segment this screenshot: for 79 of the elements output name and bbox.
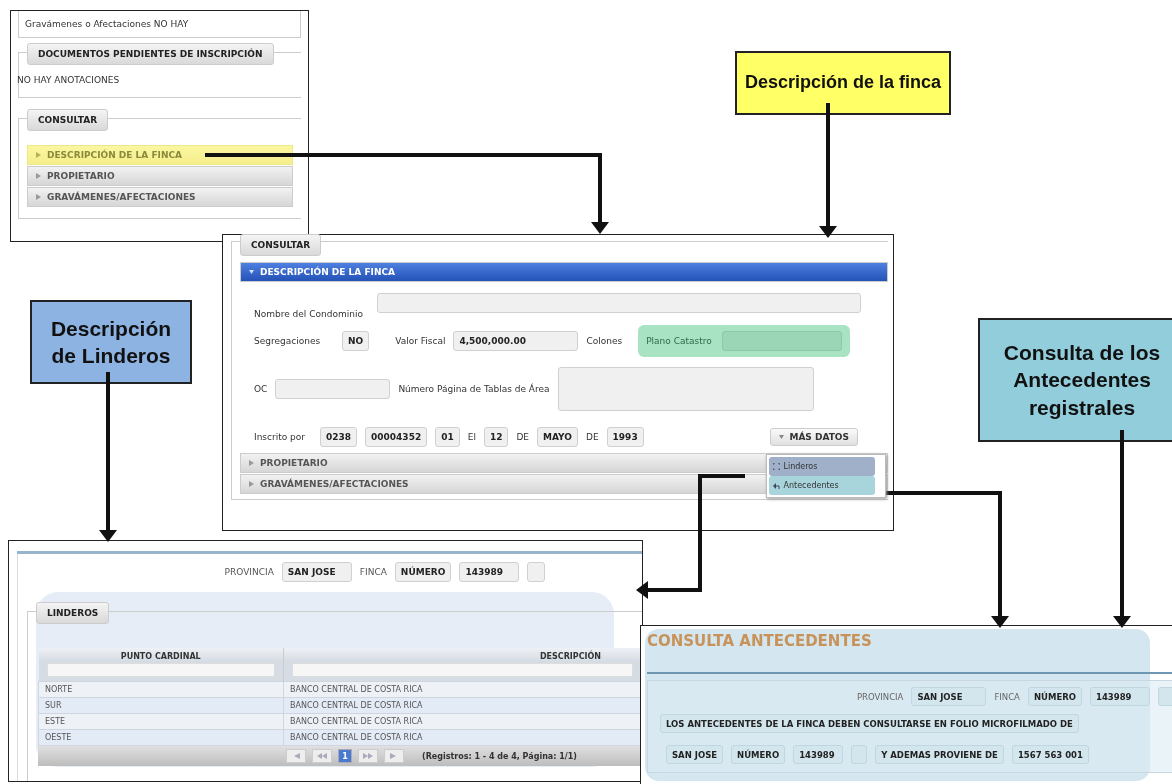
text-field[interactable]: SAN JOSE	[911, 687, 987, 706]
caret-icon	[249, 269, 254, 275]
caret-icon	[249, 481, 254, 487]
field-label: Nombre del Condominio	[254, 309, 363, 319]
section-legend: CONSULTAR	[27, 109, 109, 131]
text-field[interactable]: NÚMERO	[394, 562, 452, 582]
menu-item[interactable]: Linderos	[769, 457, 876, 476]
field-label: Segregaciones	[254, 336, 322, 346]
caret-icon	[36, 173, 41, 179]
field-label: DE	[585, 432, 599, 442]
empty-field[interactable]	[851, 745, 868, 764]
callout-label: Descripción de Linderos	[30, 300, 192, 384]
text-field[interactable]: 143989	[793, 745, 844, 764]
column-header: PUNTO CARDINAL	[38, 648, 284, 661]
text-field[interactable]: MAYO	[537, 427, 578, 447]
empty-field[interactable]	[1158, 687, 1172, 706]
area-field[interactable]	[557, 367, 814, 411]
caret-icon	[779, 434, 785, 440]
section-legend: DOCUMENTOS PENDIENTES DE INSCRIPCIÓN	[27, 43, 274, 65]
text-field[interactable]: NO	[342, 331, 370, 351]
table-cell: BANCO CENTRAL DE COSTA RICA	[283, 681, 642, 698]
caret-icon	[36, 152, 41, 158]
text-field[interactable]: NÚMERO	[1027, 687, 1082, 706]
plano-field[interactable]	[721, 331, 842, 351]
text-field[interactable]: 00004352	[365, 427, 428, 447]
status-text: NO HAY ANOTACIONES	[17, 75, 120, 85]
status-text: Gravámenes o Afectaciones NO HAY	[25, 19, 189, 29]
expand-icon	[773, 463, 781, 470]
text-field[interactable]: 143989	[459, 562, 520, 582]
field-label: DE	[516, 432, 530, 442]
field-label: PROVINCIA	[224, 567, 274, 577]
page-link[interactable]: 1	[338, 749, 352, 763]
caret-icon	[249, 460, 254, 466]
field-label: Colones	[586, 336, 623, 346]
text-field[interactable]: SAN JOSE	[666, 745, 724, 764]
accordion-header[interactable]: DESCRIPCIÓN DE LA FINCA	[240, 262, 888, 282]
next-page-icon[interactable]	[358, 749, 378, 763]
more-data-button[interactable]: MÁS DATOS	[770, 428, 858, 446]
menu-item[interactable]: Antecedentes	[769, 476, 876, 495]
callout-label: Descripción de la finca	[735, 51, 951, 115]
notice-field[interactable]: LOS ANTECEDENTES DE LA FINCA DEBEN CONSULTARSE EN FOLIO MICROFILMADO DE	[660, 714, 1079, 733]
empty-field[interactable]	[527, 562, 546, 582]
oc-field[interactable]	[275, 379, 391, 399]
text-field[interactable]: NÚMERO	[731, 745, 786, 764]
text-field[interactable]: 0238	[320, 427, 358, 447]
text-field[interactable]: 01	[435, 427, 460, 447]
first-page-icon[interactable]	[286, 749, 306, 763]
field-label: OC	[254, 384, 268, 394]
page-title: CONSULTA ANTECEDENTES	[647, 632, 873, 650]
text-field[interactable]: Y ADEMAS PROVIENE DE	[875, 745, 1004, 764]
field-label: FINCA	[994, 691, 1020, 702]
text-field[interactable]: SAN JOSE	[281, 562, 352, 582]
last-page-icon[interactable]	[384, 749, 404, 763]
condominio-field[interactable]	[376, 293, 861, 313]
field-label: El	[467, 432, 476, 442]
text-field[interactable]: 1567 563 001	[1011, 745, 1089, 764]
text-field[interactable]: 143989	[1090, 687, 1150, 706]
pager-summary: (Registros: 1 - 4 de 4, Página: 1/1)	[422, 751, 577, 761]
accordion-header[interactable]: GRAVÁMENES/AFECTACIONES	[27, 187, 293, 207]
caret-icon	[36, 194, 41, 200]
field-label: Número Página de Tablas de Área	[398, 384, 550, 394]
callout-label: Consulta de los Antecedentes registrales	[978, 318, 1172, 442]
accordion-header[interactable]: PROPIETARIO	[27, 166, 293, 186]
previous-page-icon[interactable]	[312, 749, 332, 763]
section-legend: CONSULTAR	[240, 234, 322, 256]
undo-arrow-icon	[773, 482, 781, 489]
field-label: FINCA	[359, 567, 387, 577]
field-label: Inscrito por	[254, 432, 306, 442]
section-legend: LINDEROS	[36, 602, 110, 624]
text-field[interactable]: 4,500,000.00	[453, 331, 579, 351]
field-label: Plano Catastro	[646, 336, 712, 346]
column-header: DESCRIPCIÓN	[283, 648, 642, 661]
text-field[interactable]: 12	[483, 427, 509, 447]
filter-field[interactable]	[46, 663, 275, 677]
table-cell: NORTE	[38, 681, 284, 698]
field-label: Valor Fiscal	[395, 336, 446, 346]
text-field[interactable]: 1993	[606, 427, 644, 447]
filter-field[interactable]	[292, 663, 633, 677]
field-label: PROVINCIA	[856, 691, 904, 702]
